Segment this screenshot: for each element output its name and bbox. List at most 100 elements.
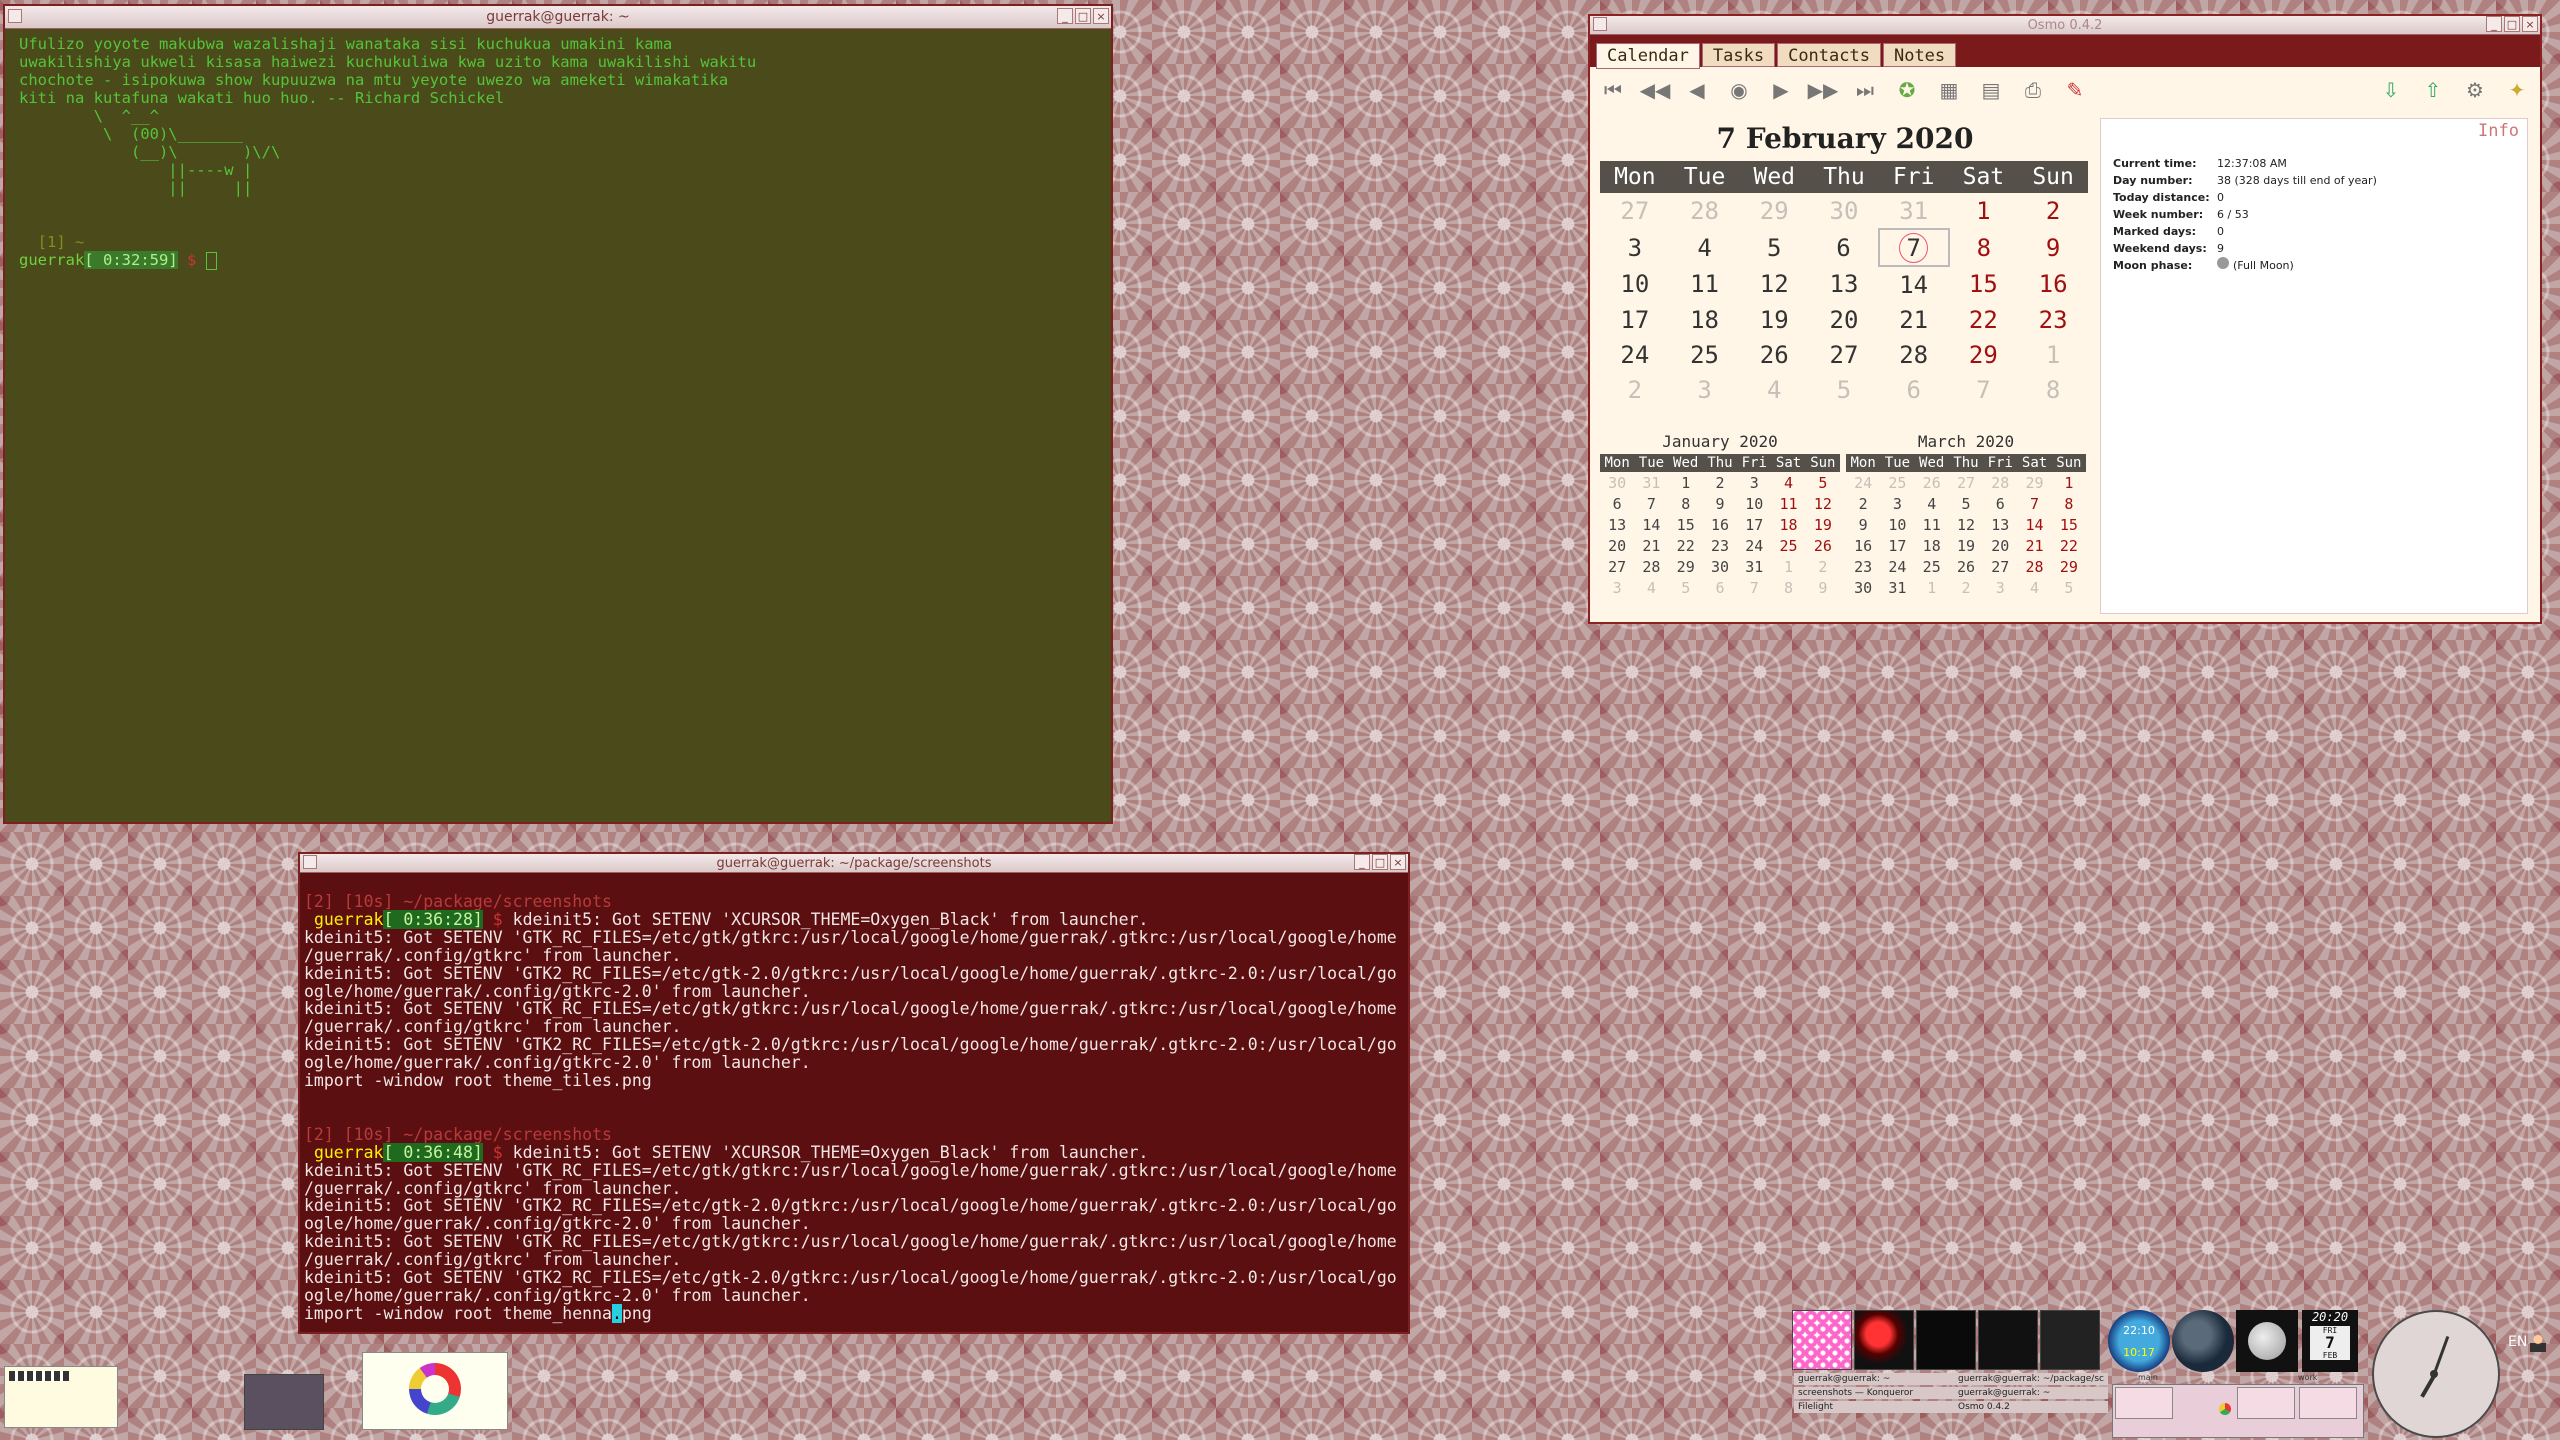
day-cell[interactable]: 13 bbox=[1983, 514, 2017, 535]
day-cell[interactable]: 9 bbox=[1806, 577, 1840, 598]
osmo-calendar-window[interactable]: Osmo 0.4.2 _ □ × Calendar Tasks Contacts… bbox=[1588, 14, 2542, 624]
terminal-output[interactable]: [2] [10s] ~/package/screenshots guerrak[… bbox=[300, 873, 1408, 1343]
day-cell[interactable]: 8 bbox=[1949, 229, 2019, 266]
day-cell[interactable]: 19 bbox=[1949, 535, 1983, 556]
day-cell[interactable]: 3 bbox=[1983, 577, 2017, 598]
day-cell[interactable]: 25 bbox=[1670, 337, 1740, 372]
day-cell[interactable]: 6 bbox=[1879, 372, 1949, 407]
date-widget[interactable]: 20:20 FRI 7 FEB bbox=[2302, 1310, 2358, 1372]
day-cell[interactable]: 30 bbox=[1703, 556, 1737, 577]
day-cell[interactable]: 21 bbox=[1879, 302, 1949, 337]
today-cell[interactable]: 7 bbox=[1877, 228, 1950, 267]
minimize-button[interactable]: _ bbox=[1354, 854, 1370, 870]
day-cell[interactable]: 21 bbox=[1634, 535, 1668, 556]
day-cell[interactable]: 5 bbox=[1806, 472, 1840, 493]
title-bar[interactable]: guerrak@guerrak: ~ _ □ × bbox=[5, 6, 1111, 29]
day-cell[interactable]: 3 bbox=[1600, 577, 1634, 598]
taskbar-item[interactable]: guerrak@guerrak: ~ bbox=[1794, 1373, 1954, 1385]
day-cell[interactable]: 15 bbox=[1669, 514, 1703, 535]
day-cell[interactable]: 3 bbox=[1880, 493, 1914, 514]
minimize-button[interactable]: _ bbox=[1057, 8, 1073, 24]
day-cell[interactable]: 28 bbox=[1983, 472, 2017, 493]
maximize-button[interactable]: □ bbox=[1372, 854, 1388, 870]
day-cell[interactable]: 1 bbox=[2052, 472, 2086, 493]
day-cell[interactable]: 20 bbox=[1983, 535, 2017, 556]
day-cell[interactable]: 27 bbox=[1600, 556, 1634, 577]
day-cell[interactable]: 6 bbox=[1600, 493, 1634, 514]
day-cell[interactable]: 10 bbox=[1880, 514, 1914, 535]
today-icon[interactable]: ◉ bbox=[1726, 77, 1752, 103]
day-cell[interactable]: 5 bbox=[1739, 229, 1809, 266]
day-cell[interactable]: 8 bbox=[1669, 493, 1703, 514]
day-cell[interactable]: 23 bbox=[1846, 556, 1880, 577]
day-cell[interactable]: 2 bbox=[1703, 472, 1737, 493]
day-cell[interactable]: 22 bbox=[2052, 535, 2086, 556]
day-cell[interactable]: 10 bbox=[1737, 493, 1771, 514]
day-cell[interactable]: 12 bbox=[1949, 514, 1983, 535]
day-cell[interactable]: 18 bbox=[1771, 514, 1805, 535]
terminal-window-screenshots[interactable]: guerrak@guerrak: ~/package/screenshots _… bbox=[298, 852, 1410, 1334]
day-cell[interactable]: 21 bbox=[2017, 535, 2051, 556]
next-month-icon[interactable]: ▶▶ bbox=[1808, 77, 1839, 103]
day-cell[interactable]: 11 bbox=[1771, 493, 1805, 514]
day-cell[interactable]: 4 bbox=[1739, 372, 1809, 407]
day-cell[interactable]: 7 bbox=[2017, 493, 2051, 514]
day-cell[interactable]: 20 bbox=[1600, 535, 1634, 556]
day-cell[interactable]: 17 bbox=[1880, 535, 1914, 556]
day-cell[interactable]: 8 bbox=[1771, 577, 1805, 598]
day-cell[interactable]: 4 bbox=[2017, 577, 2051, 598]
day-cell[interactable]: 3 bbox=[1670, 372, 1740, 407]
day-cell[interactable]: 4 bbox=[1670, 229, 1740, 266]
day-cell[interactable]: 3 bbox=[1600, 229, 1670, 266]
day-cell[interactable]: 2 bbox=[1949, 577, 1983, 598]
day-cell[interactable]: 30 bbox=[1809, 193, 1879, 229]
day-cell[interactable]: 4 bbox=[1915, 493, 1949, 514]
print-icon[interactable]: ⎙ bbox=[2020, 77, 2046, 103]
maximize-button[interactable]: □ bbox=[1075, 8, 1091, 24]
day-cell[interactable]: 31 bbox=[1879, 193, 1949, 229]
desktop-thumb-5[interactable] bbox=[2040, 1310, 2100, 1370]
desktop-thumb-3[interactable] bbox=[1916, 1310, 1976, 1370]
day-cell[interactable]: 9 bbox=[1846, 514, 1880, 535]
day-cell[interactable]: 1 bbox=[1669, 472, 1703, 493]
close-button[interactable]: × bbox=[1093, 8, 1109, 24]
day-cell[interactable]: 28 bbox=[1670, 193, 1740, 229]
export-icon[interactable]: ⇧ bbox=[2420, 77, 2446, 103]
day-cell[interactable]: 18 bbox=[1670, 302, 1740, 337]
day-cell[interactable]: 5 bbox=[1669, 577, 1703, 598]
desktop-thumb-1[interactable] bbox=[1792, 1310, 1852, 1370]
day-cell[interactable]: 22 bbox=[1949, 302, 2019, 337]
day-cell[interactable]: 9 bbox=[1703, 493, 1737, 514]
day-cell[interactable]: 14 bbox=[2017, 514, 2051, 535]
calculator-icon[interactable]: ▤ bbox=[1978, 77, 2004, 103]
day-cell[interactable]: 25 bbox=[1880, 472, 1914, 493]
taskbar-item[interactable]: guerrak@guerrak: ~ bbox=[1954, 1387, 2108, 1399]
minimized-window-thumb[interactable] bbox=[4, 1366, 118, 1428]
day-cell[interactable]: 14 bbox=[1634, 514, 1668, 535]
day-cell[interactable]: 26 bbox=[1915, 472, 1949, 493]
day-cell[interactable]: 28 bbox=[2017, 556, 2051, 577]
tab-contacts[interactable]: Contacts bbox=[1777, 43, 1881, 67]
day-cell[interactable]: 2 bbox=[1846, 493, 1880, 514]
day-cell[interactable]: 14 bbox=[1879, 266, 1949, 302]
day-cell[interactable]: 5 bbox=[1809, 372, 1879, 407]
day-cell[interactable]: 27 bbox=[1809, 337, 1879, 372]
day-cell[interactable]: 10 bbox=[1600, 266, 1670, 302]
day-cell[interactable]: 17 bbox=[1737, 514, 1771, 535]
world-clock-widget[interactable]: 22:10 10:17 bbox=[2108, 1310, 2170, 1372]
day-cell[interactable]: 29 bbox=[2052, 556, 2086, 577]
taskbar-item[interactable]: Filelight bbox=[1794, 1401, 1954, 1413]
day-cell[interactable]: 12 bbox=[1739, 266, 1809, 302]
day-cell[interactable]: 28 bbox=[1634, 556, 1668, 577]
day-cell[interactable]: 11 bbox=[1915, 514, 1949, 535]
day-cell[interactable]: 13 bbox=[1809, 266, 1879, 302]
day-cell[interactable]: 24 bbox=[1737, 535, 1771, 556]
tab-calendar[interactable]: Calendar bbox=[1596, 43, 1700, 69]
day-cell[interactable]: 8 bbox=[2052, 493, 2086, 514]
preferences-icon[interactable]: ⚙ bbox=[2462, 77, 2488, 103]
day-cell[interactable]: 24 bbox=[1846, 472, 1880, 493]
terminal-output[interactable]: Ufulizo yoyote makubwa wazalishaji wanat… bbox=[5, 29, 1111, 276]
next-day-icon[interactable]: ▶ bbox=[1768, 77, 1794, 103]
desktop-pager[interactable] bbox=[2112, 1384, 2364, 1438]
day-cell[interactable]: 18 bbox=[1915, 535, 1949, 556]
